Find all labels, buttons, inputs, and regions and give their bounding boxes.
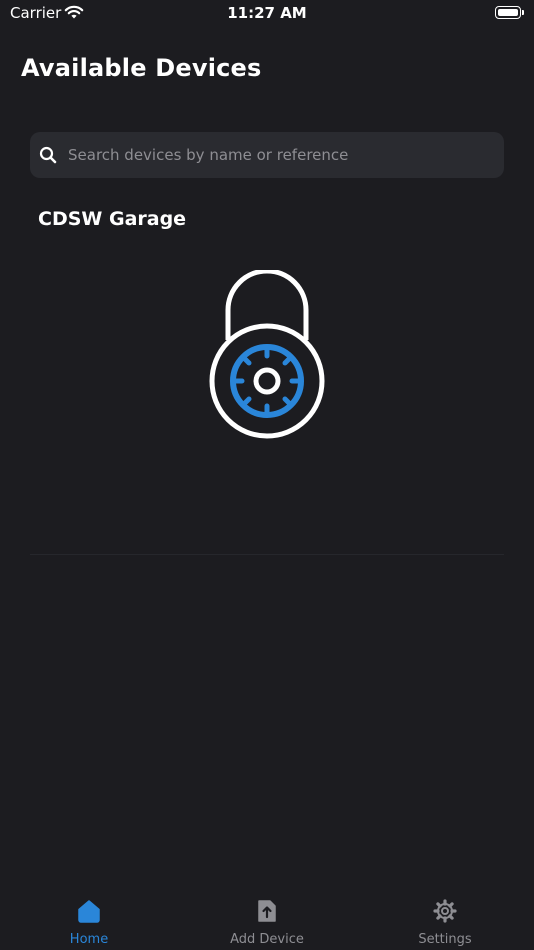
home-icon [76,898,102,928]
search-icon [39,146,57,168]
page-title: Available Devices [21,54,262,82]
device-item[interactable]: CDSW Garage [30,200,504,550]
search-bar[interactable] [30,132,504,178]
clock: 11:27 AM [227,4,307,22]
search-input[interactable] [68,132,494,178]
device-name: CDSW Garage [38,208,187,230]
tab-settings-label: Settings [418,932,472,947]
tab-settings[interactable]: Settings [356,888,534,950]
battery-icon [495,6,524,19]
tab-add-device-label: Add Device [230,932,304,947]
tab-home[interactable]: Home [0,888,178,950]
gear-icon [432,898,458,928]
padlock-icon [208,268,326,444]
tab-bar: Home Add Device Settings [0,888,534,950]
tab-home-label: Home [69,932,109,947]
status-bar: Carrier 11:27 AM [0,0,534,28]
tab-add-device[interactable]: Add Device [178,888,356,950]
list-divider [30,554,504,555]
upload-file-icon [254,898,280,928]
